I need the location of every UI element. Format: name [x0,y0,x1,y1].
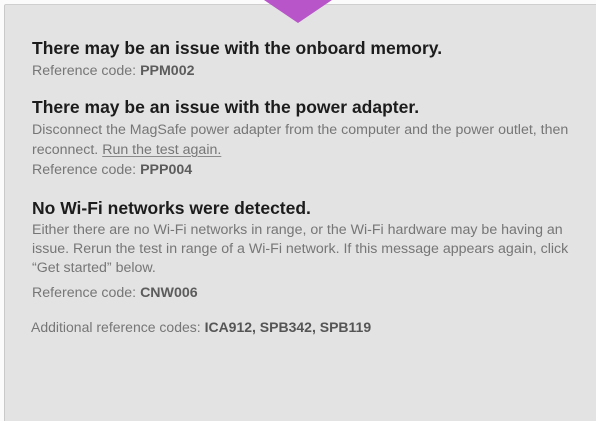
issue-wifi: No Wi-Fi networks were detected. Either … [32,197,587,303]
additional-reference-codes: Additional reference codes: ICA912, SPB3… [31,317,587,337]
issue-title: No Wi-Fi networks were detected. [32,198,311,218]
issue-onboard-memory: There may be an issue with the onboard m… [32,37,587,81]
triangle-pointer-icon [264,0,332,24]
additional-codes: ICA912, SPB342, SPB119 [204,319,372,335]
reference-label: Reference code: [32,162,141,178]
issue-power-adapter: There may be an issue with the power ada… [32,96,587,180]
reference-line: Reference code: PPM002 [32,61,587,81]
reference-label: Reference code: [32,285,141,301]
reference-label: Reference code: [32,63,141,79]
reference-code: CNW006 [140,285,198,301]
issue-title: There may be an issue with the power ada… [32,97,420,117]
issue-title: There may be an issue with the onboard m… [32,38,443,58]
reference-code: PPM002 [140,63,195,79]
reference-line: Reference code: PPP004 [32,160,587,180]
issue-description: Disconnect the MagSafe power adapter fro… [32,120,587,160]
reference-line: Reference code: CNW006 [32,283,587,303]
diagnostics-window: There may be an issue with the onboard m… [0,0,596,421]
run-test-again-link[interactable]: Run the test again. [102,142,221,158]
additional-label: Additional reference codes: [31,319,205,335]
reference-code: PPP004 [140,162,193,178]
issue-list: There may be an issue with the onboard m… [31,37,587,337]
issue-description: Either there are no Wi-Fi networks in ra… [32,222,569,276]
